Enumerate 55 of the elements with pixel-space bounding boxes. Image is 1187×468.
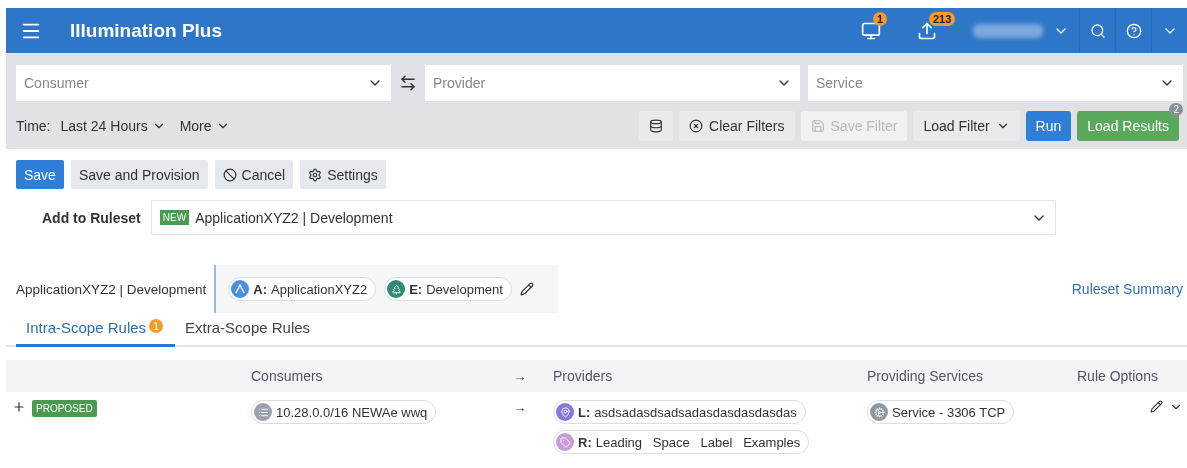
gear-icon [873, 406, 885, 418]
rules-tab[interactable]: Extra-Scope Rules [175, 313, 323, 347]
column-header: Providing Services [867, 360, 1077, 392]
consumer-chip: 10.28.0.0/16 NEWAe wwq [251, 400, 437, 424]
settings-icon [308, 167, 323, 182]
add-icon[interactable] [12, 400, 26, 414]
column-header: → [513, 360, 553, 392]
provider-chip: R: Leading Space Label Examples [553, 430, 810, 454]
column-header: Providers [553, 360, 867, 392]
edit-icon[interactable] [519, 282, 534, 296]
provision-button[interactable]: Save and Provision [70, 160, 208, 189]
tag-icon [559, 436, 571, 448]
label-chip: A: ApplicationXYZ2 [228, 277, 377, 301]
time-label: Time: [16, 118, 51, 134]
service-select[interactable]: Service [808, 65, 1183, 101]
help-icon [1125, 22, 1142, 39]
save-icon [810, 119, 825, 133]
save-button[interactable]: Save [16, 160, 64, 189]
edit-icon[interactable] [1150, 400, 1163, 413]
pin-icon [559, 406, 571, 418]
blurred-user-name [973, 23, 1043, 38]
run-button[interactable]: Run [1025, 111, 1072, 141]
list-icon [257, 406, 269, 418]
consumer-select[interactable]: Consumer [16, 65, 391, 101]
count-badge: 1 [873, 11, 888, 26]
clear-icon [689, 119, 704, 133]
rules-tab[interactable]: Intra-Scope Rules 1 [16, 313, 176, 347]
database-icon [649, 119, 664, 133]
column-header: Rule Options [1077, 360, 1187, 392]
service-chip: Service - 3306 TCP [867, 400, 1015, 424]
ruleset-label: Add to Ruleset [42, 209, 141, 226]
label-chip: E: Development [384, 277, 512, 301]
arrow-text: → [513, 399, 528, 417]
count-badge: 2 [1169, 103, 1183, 116]
column-header: Consumers [251, 360, 513, 392]
database-button[interactable] [639, 111, 674, 141]
app-title: Illumination Plus [70, 19, 223, 42]
scope-name: ApplicationXYZ2 | Development [16, 281, 207, 297]
ruleset-summary-link[interactable]: Ruleset Summary [1071, 281, 1183, 297]
ruleset-select[interactable]: NEW ApplicationXYZ2 | Development [150, 200, 1056, 235]
more-dropdown[interactable]: More [179, 118, 634, 134]
clear-button[interactable]: Clear Filters [679, 111, 795, 141]
cancel-button[interactable]: Cancel [214, 160, 294, 189]
time-dropdown[interactable]: Last 24 Hours [60, 118, 166, 134]
cancel-icon [222, 167, 237, 182]
count-badge: 213 [929, 11, 956, 26]
load-button[interactable]: Load Filter [913, 111, 1020, 141]
provider-chip: L: asdsadasdsadsadasdasdasdasdas [553, 400, 806, 424]
letter-a-icon [235, 284, 246, 294]
search-icon [1089, 22, 1106, 39]
tree-icon [390, 283, 402, 295]
swap-icon[interactable] [399, 74, 417, 92]
status-badge: PROPOSED [32, 400, 97, 417]
settings-button[interactable]: Settings [300, 160, 386, 189]
provider-select[interactable]: Provider [425, 65, 800, 101]
